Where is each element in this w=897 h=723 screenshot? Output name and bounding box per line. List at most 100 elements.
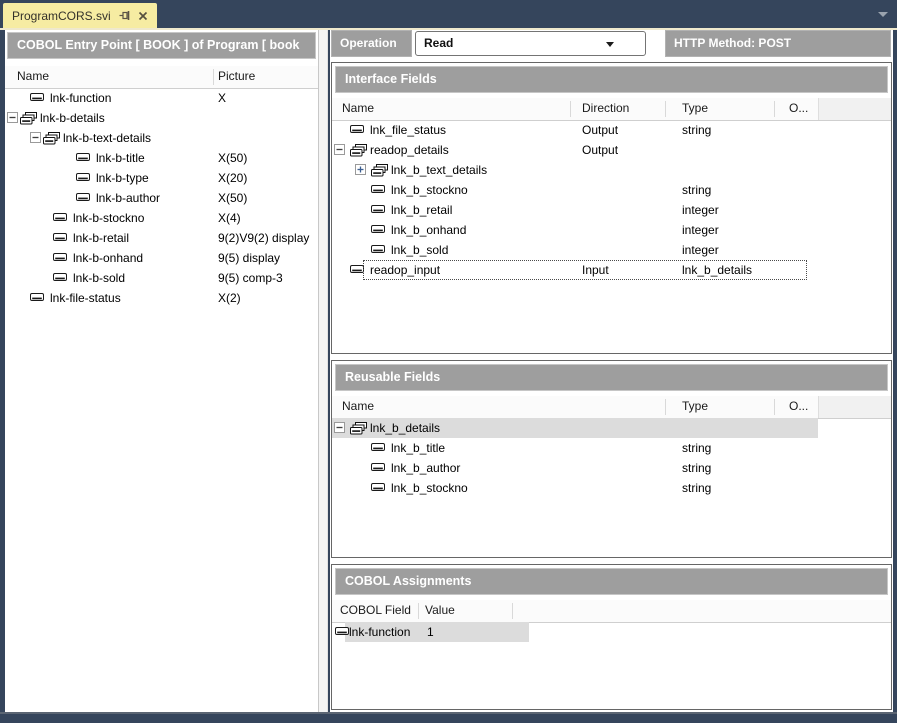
field-icon xyxy=(371,205,385,214)
column-header-name[interactable]: Name xyxy=(342,399,374,413)
interface-field-row[interactable]: lnk_b_text_details xyxy=(332,160,891,180)
tree-row[interactable]: lnk-b-details xyxy=(5,108,318,128)
picture-value: X(50) xyxy=(218,191,247,205)
tree-row[interactable]: lnk-b-author X(50) xyxy=(5,188,318,208)
column-divider[interactable] xyxy=(570,101,571,117)
field-icon xyxy=(350,125,364,134)
column-header-name[interactable]: Name xyxy=(17,69,49,83)
tree-row[interactable]: lnk-b-retail9(2)V9(2) display xyxy=(5,228,318,248)
picture-value: X xyxy=(218,91,226,105)
reusable-field-row[interactable]: lnk_b_authorstring xyxy=(332,458,891,478)
column-divider[interactable] xyxy=(665,399,666,415)
picture-value: 9(5) comp-3 xyxy=(218,271,283,285)
name-label: lnk-b-retail xyxy=(73,231,129,245)
reusable-fields-panel: Reusable Fields Name Type O... lnk_b_det… xyxy=(331,360,892,558)
expander-plus-icon[interactable] xyxy=(355,164,366,175)
picture-value: X(4) xyxy=(218,211,241,225)
name-label: lnk-b-text-details xyxy=(63,131,151,145)
tree-row[interactable]: lnk-b-titleX(50) xyxy=(5,148,318,168)
tree-row[interactable]: lnk-function X xyxy=(5,88,318,108)
interface-field-row[interactable]: lnk_b_onhandinteger xyxy=(332,220,891,240)
picture-value: X(50) xyxy=(218,151,247,165)
type-value: integer xyxy=(682,203,719,217)
field-icon xyxy=(371,443,385,452)
column-divider[interactable] xyxy=(774,399,775,415)
tree-row[interactable]: lnk-b-text-details xyxy=(5,128,318,148)
interface-field-row[interactable]: lnk_b_stocknostring xyxy=(332,180,891,200)
column-header-name[interactable]: Name xyxy=(342,101,374,115)
column-header-type[interactable]: Type xyxy=(682,399,708,413)
tree-row[interactable]: lnk-file-statusX(2) xyxy=(5,288,318,308)
interface-field-row[interactable]: readop_inputInputlnk_b_details xyxy=(332,260,891,282)
interface-grid-header: Name Direction Type O... xyxy=(332,98,891,121)
left-scrollbar-track[interactable] xyxy=(318,30,328,712)
name-label: lnk-file-status xyxy=(50,291,121,305)
column-divider[interactable] xyxy=(512,603,513,619)
tree-row[interactable]: lnk-b-sold 9(5) comp-3 xyxy=(5,268,318,288)
reusable-field-row[interactable]: lnk_b_titlestring xyxy=(332,438,891,458)
name-label: lnk_file_status xyxy=(370,123,446,137)
column-header-occurs[interactable]: O... xyxy=(789,399,808,413)
column-divider[interactable] xyxy=(418,603,419,619)
grid-header-endcap xyxy=(818,98,891,120)
column-header-picture[interactable]: Picture xyxy=(218,69,255,83)
group-icon xyxy=(350,144,368,157)
field-icon xyxy=(371,463,385,472)
interface-fields-header: Interface Fields xyxy=(335,66,888,93)
tree-row[interactable]: lnk-b-typeX(20) xyxy=(5,168,318,188)
document-tab-bar: ProgramCORS.svi xyxy=(0,0,897,28)
type-value: string xyxy=(682,461,711,475)
value-value: 1 xyxy=(427,625,434,639)
expander-minus-icon[interactable] xyxy=(30,132,41,143)
name-label: lnk-b-onhand xyxy=(73,251,143,265)
column-header-direction[interactable]: Direction xyxy=(582,101,629,115)
tab-list-chevron-icon[interactable] xyxy=(878,12,888,17)
group-icon xyxy=(371,164,389,177)
expander-minus-icon[interactable] xyxy=(334,144,345,155)
cobol-assignments-grid: lnk-function 1 xyxy=(332,622,891,642)
name-label: lnk-b-type xyxy=(96,171,149,185)
name-label: lnk-b-sold xyxy=(73,271,125,285)
name-label: lnk_b_onhand xyxy=(391,223,466,237)
document-tab[interactable]: ProgramCORS.svi xyxy=(3,3,157,28)
name-label: lnk-b-author xyxy=(96,191,160,205)
field-icon xyxy=(371,245,385,254)
interface-field-row[interactable]: readop_detailsOutput xyxy=(332,140,891,160)
column-header-type[interactable]: Type xyxy=(682,101,708,115)
field-icon xyxy=(53,233,67,242)
pin-icon[interactable] xyxy=(119,10,130,21)
name-label: lnk_b_stockno xyxy=(391,183,468,197)
name-label: lnk-function xyxy=(50,91,111,105)
column-header-occurs[interactable]: O... xyxy=(789,101,808,115)
expander-minus-icon[interactable] xyxy=(7,112,18,123)
field-icon xyxy=(371,185,385,194)
operation-select[interactable]: Read xyxy=(415,31,646,56)
interface-field-row[interactable]: lnk_file_statusOutputstring xyxy=(332,120,891,140)
type-value: string xyxy=(682,123,711,137)
column-header-value[interactable]: Value xyxy=(425,603,455,617)
reusable-field-row[interactable]: lnk_b_details xyxy=(332,418,891,438)
column-divider[interactable] xyxy=(665,101,666,117)
cobol-assignment-row[interactable]: lnk-function 1 xyxy=(332,622,891,642)
focus-rectangle xyxy=(363,260,807,280)
expander-minus-icon[interactable] xyxy=(334,422,345,433)
name-label: readop_details xyxy=(370,143,449,157)
column-divider[interactable] xyxy=(213,69,214,85)
field-icon xyxy=(350,265,364,274)
interface-field-row[interactable]: lnk_b_soldinteger xyxy=(332,240,891,260)
column-divider[interactable] xyxy=(774,101,775,117)
interface-field-row[interactable]: lnk_b_retailinteger xyxy=(332,200,891,220)
reusable-field-row[interactable]: lnk_b_stocknostring xyxy=(332,478,891,498)
field-icon xyxy=(371,483,385,492)
dropdown-arrow-icon xyxy=(606,42,614,47)
tree-row[interactable]: lnk-b-stocknoX(4) xyxy=(5,208,318,228)
cobol-assignments-panel: COBOL Assignments COBOL Field Value lnk-… xyxy=(331,564,892,710)
field-icon xyxy=(30,93,44,102)
type-value: string xyxy=(682,481,711,495)
column-header-cobol-field[interactable]: COBOL Field xyxy=(340,603,411,617)
name-label: lnk-function xyxy=(349,625,410,639)
close-icon[interactable] xyxy=(138,11,148,21)
type-value: integer xyxy=(682,243,719,257)
field-icon xyxy=(76,153,90,162)
tree-row[interactable]: lnk-b-onhand9(5) display xyxy=(5,248,318,268)
